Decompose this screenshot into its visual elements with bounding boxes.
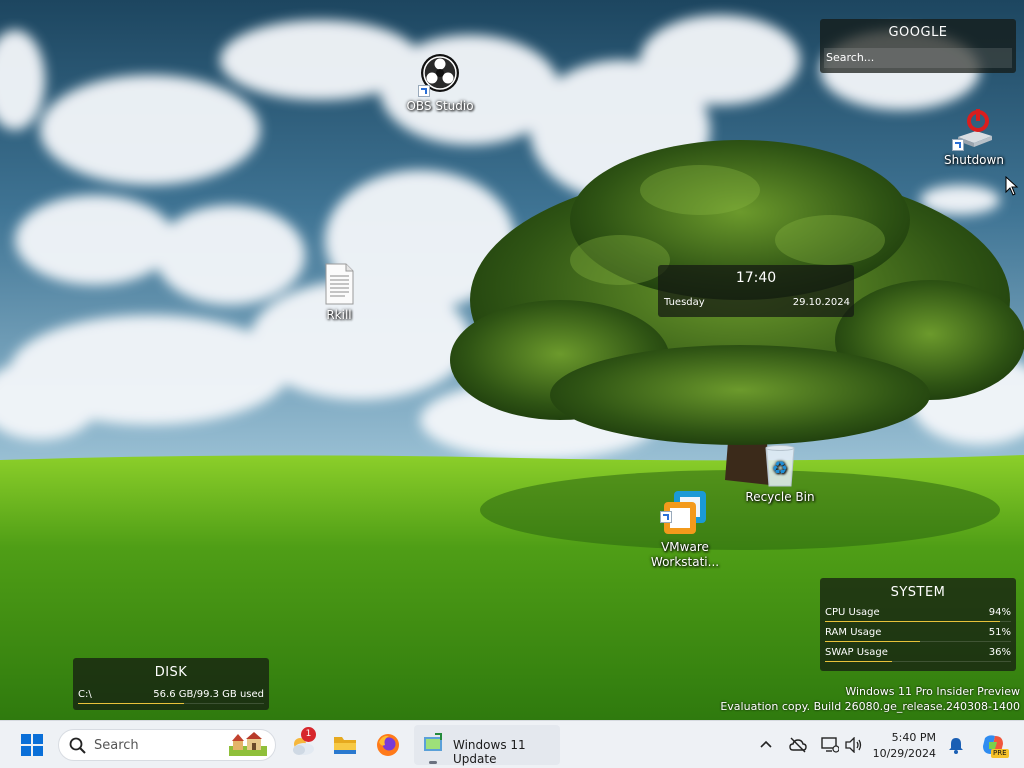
- row-value: 36%: [988, 647, 1011, 658]
- taskbar-widgets-button[interactable]: 1: [283, 725, 323, 765]
- row-value: 94%: [988, 607, 1011, 618]
- vmware-workstation-icon: [660, 473, 710, 534]
- no-internet-cloud-icon: [789, 737, 807, 753]
- usage-bar-track: [825, 661, 1011, 662]
- taskbar-firefox[interactable]: [368, 725, 408, 765]
- usage-bar-track: [825, 621, 1011, 622]
- clock-widget: 17:40 Tuesday 29.10.2024: [658, 265, 854, 317]
- disk-widget: DISK C:\ 56.6 GB/99.3 GB used: [73, 658, 269, 710]
- taskbar-file-explorer[interactable]: [325, 725, 365, 765]
- clock-day: Tuesday: [664, 297, 705, 308]
- clock-time: 17:40: [735, 270, 777, 286]
- desktop-icon-obs-studio[interactable]: OBS Studio: [398, 53, 482, 114]
- usage-bar-fill: [825, 621, 1000, 622]
- svg-text:♻: ♻: [772, 458, 788, 479]
- taskbar: Search 1 Windows 11 Update 5:40 PM 10/29…: [0, 720, 1024, 768]
- disk-bar-track: [78, 703, 264, 704]
- tray-quick-settings[interactable]: [818, 725, 866, 765]
- ram-usage-row: RAM Usage 51%: [820, 624, 1016, 644]
- notification-badge: 1: [301, 727, 316, 742]
- shortcut-arrow-icon: [660, 511, 672, 523]
- firefox-icon: [377, 734, 399, 756]
- search-icon: [69, 737, 86, 754]
- disk-usage-row: C:\ 56.6 GB/99.3 GB used: [73, 686, 269, 706]
- desktop-icon-label: Recycle Bin: [745, 490, 815, 504]
- recycle-bin-icon: ♻: [758, 444, 802, 488]
- desktop-icon-label: OBS Studio: [406, 99, 474, 113]
- desktop-icon-label: Rkill: [326, 308, 352, 322]
- system-monitor-widget: SYSTEM CPU Usage 94% RAM Usage 51% SWAP …: [820, 578, 1016, 671]
- taskbar-windows-update[interactable]: Windows 11 Update: [414, 725, 560, 766]
- running-indicator: [429, 761, 437, 764]
- watermark-edition: Windows 11 Pro Insider Preview: [845, 685, 1020, 698]
- notifications-button[interactable]: [944, 725, 968, 765]
- widget-title: SYSTEM: [890, 585, 946, 600]
- widget-title: GOOGLE: [888, 25, 948, 40]
- usage-bar-track: [825, 641, 1011, 642]
- google-search-input[interactable]: Search...: [824, 48, 1012, 68]
- disk-usage-value: 56.6 GB/99.3 GB used: [153, 689, 264, 700]
- desktop-icon-shutdown[interactable]: Shutdown: [932, 107, 1016, 168]
- window-title: Windows 11 Update: [453, 738, 526, 766]
- tray-time: 5:40 PM: [891, 731, 936, 744]
- disk-bar-fill: [78, 703, 185, 704]
- cpu-usage-row: CPU Usage 94%: [820, 604, 1016, 624]
- windows-watermark: Windows 11 Pro Insider Preview Evaluatio…: [720, 684, 1020, 714]
- bell-icon: [949, 738, 963, 754]
- windows-logo-icon: [21, 734, 43, 756]
- desktop-icon-rkill[interactable]: Rkill: [297, 262, 381, 323]
- obs-studio-icon: [418, 53, 462, 97]
- folder-icon: [334, 737, 356, 754]
- usage-bar-fill: [825, 661, 892, 662]
- row-label: SWAP Usage: [825, 647, 888, 658]
- shortcut-arrow-icon: [952, 139, 964, 151]
- taskbar-search[interactable]: Search: [58, 729, 276, 761]
- swap-usage-row: SWAP Usage 36%: [820, 644, 1016, 664]
- row-label: CPU Usage: [825, 607, 880, 618]
- desktop-icon-label: VMware Workstati...: [650, 540, 720, 569]
- search-label: Search: [94, 738, 139, 753]
- mouse-cursor-icon: [1005, 176, 1019, 196]
- tray-network-status[interactable]: [786, 725, 810, 765]
- google-search-widget: GOOGLE Search...: [820, 19, 1016, 73]
- copilot-button[interactable]: PRE: [976, 725, 1010, 765]
- desktop-icon-label: Shutdown: [944, 153, 1004, 167]
- preview-badge: PRE: [991, 749, 1009, 758]
- clock-date: 29.10.2024: [792, 297, 850, 308]
- row-label: RAM Usage: [825, 627, 882, 638]
- desktop-icon-vmware-workstation[interactable]: VMware Workstati...: [643, 458, 727, 585]
- show-hidden-icons-button[interactable]: [754, 725, 778, 765]
- chevron-up-icon: [760, 740, 772, 748]
- usage-bar-fill: [825, 641, 920, 642]
- desktop-icon-recycle-bin[interactable]: ♻ Recycle Bin: [738, 444, 822, 505]
- network-monitor-icon: [821, 737, 839, 753]
- drive-label: C:\: [78, 689, 92, 700]
- search-placeholder: Search...: [826, 51, 875, 64]
- watermark-build: Evaluation copy. Build 26080.ge_release.…: [720, 700, 1020, 713]
- widget-title: DISK: [154, 665, 188, 680]
- start-button[interactable]: [12, 725, 52, 765]
- tray-date: 10/29/2024: [872, 747, 936, 760]
- shortcut-arrow-icon: [418, 85, 430, 97]
- tray-clock[interactable]: 5:40 PM 10/29/2024: [868, 725, 942, 765]
- shutdown-icon: [952, 107, 996, 151]
- search-highlight-icon: [229, 732, 267, 756]
- row-value: 51%: [988, 627, 1011, 638]
- windows-update-icon: [424, 733, 442, 751]
- text-file-icon: [317, 262, 361, 306]
- volume-icon: [845, 737, 862, 753]
